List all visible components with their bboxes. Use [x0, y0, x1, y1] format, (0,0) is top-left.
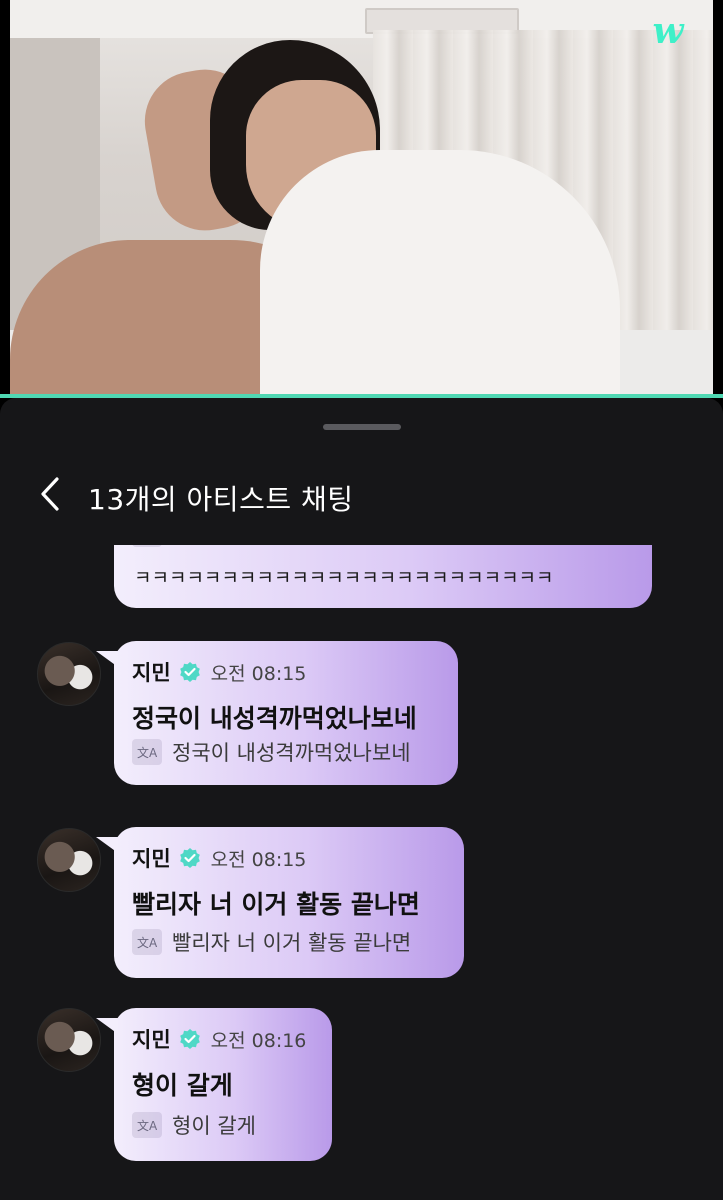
chat-bubble[interactable]: 文A ㅋㅋㅋㅋㅋㅋㅋㅋㅋㅋㅋㅋㅋㅋㅋㅋㅋㅋㅋㅋㅋㅋㅋㅋ	[114, 545, 652, 608]
message-text: 정국이 내성격까먹었나보네	[132, 704, 417, 733]
message-text: 형이 갈게	[132, 1071, 233, 1100]
message-text: 빨리자 너 이거 활동 끝나면	[132, 890, 420, 919]
chevron-left-icon	[41, 477, 59, 511]
back-button[interactable]	[30, 474, 70, 514]
chat-message-list[interactable]: 文A ㅋㅋㅋㅋㅋㅋㅋㅋㅋㅋㅋㅋㅋㅋㅋㅋㅋㅋㅋㅋㅋㅋㅋㅋ 지민 오전 08:15 …	[0, 545, 723, 1200]
translation-text: 정국이 내성격까먹었나보네	[172, 741, 411, 765]
translate-icon[interactable]: 文A	[132, 1112, 162, 1138]
verified-badge-icon	[179, 1029, 200, 1049]
message-time: 오전 08:15	[210, 662, 307, 685]
translate-icon[interactable]: 文A	[132, 929, 162, 955]
translate-icon[interactable]: 文A	[132, 545, 162, 547]
verified-badge-icon	[179, 848, 200, 868]
svg-text:文A: 文A	[137, 1118, 158, 1133]
chat-bubble[interactable]: 지민 오전 08:15 빨리자 너 이거 활동 끝나면 文A 빨리자 너 이거 …	[96, 827, 464, 978]
verified-badge-icon	[179, 662, 200, 682]
message-time: 오전 08:16	[210, 1029, 307, 1052]
svg-text:文A: 文A	[137, 745, 158, 760]
sender-name: 지민	[132, 661, 171, 685]
avatar[interactable]	[37, 828, 101, 892]
translation-text: 형이 갈게	[172, 1114, 256, 1138]
message-meta: 지민 오전 08:16	[132, 1026, 306, 1052]
chat-bubble[interactable]: 지민 오전 08:15 정국이 내성격까먹었나보네 文A 정국이 내성격까먹었나…	[96, 641, 458, 785]
sheet-grab-handle[interactable]	[323, 424, 401, 430]
svg-text:文A: 文A	[137, 935, 158, 950]
live-video[interactable]	[10, 0, 713, 394]
page-title: 13개의 아티스트 채팅	[88, 483, 354, 516]
message-meta: 지민 오전 08:15	[132, 659, 306, 685]
translation-row: 文A 정국이 내성격까먹었나보네	[132, 737, 411, 767]
sender-name: 지민	[132, 847, 171, 871]
translation-text: 빨리자 너 이거 활동 끝나면	[172, 931, 412, 955]
translation-row: 文A 빨리자 너 이거 활동 끝나면	[132, 927, 411, 957]
translation-row: 文A 형이 갈게	[132, 1110, 256, 1140]
avatar[interactable]	[37, 1008, 101, 1072]
message-time: 오전 08:15	[210, 848, 307, 871]
chat-bubble[interactable]: 지민 오전 08:16 형이 갈게 文A 형이 갈게	[96, 1008, 332, 1161]
chat-header: 13개의 아티스트 채팅	[0, 470, 723, 520]
message-text: ㅋㅋㅋㅋㅋㅋㅋㅋㅋㅋㅋㅋㅋㅋㅋㅋㅋㅋㅋㅋㅋㅋㅋㅋ	[134, 567, 554, 589]
avatar[interactable]	[37, 642, 101, 706]
sender-name: 지민	[132, 1028, 171, 1052]
message-meta: 지민 오전 08:15	[132, 845, 306, 871]
translate-icon[interactable]: 文A	[132, 739, 162, 765]
weverse-logo-icon: w	[652, 10, 684, 52]
